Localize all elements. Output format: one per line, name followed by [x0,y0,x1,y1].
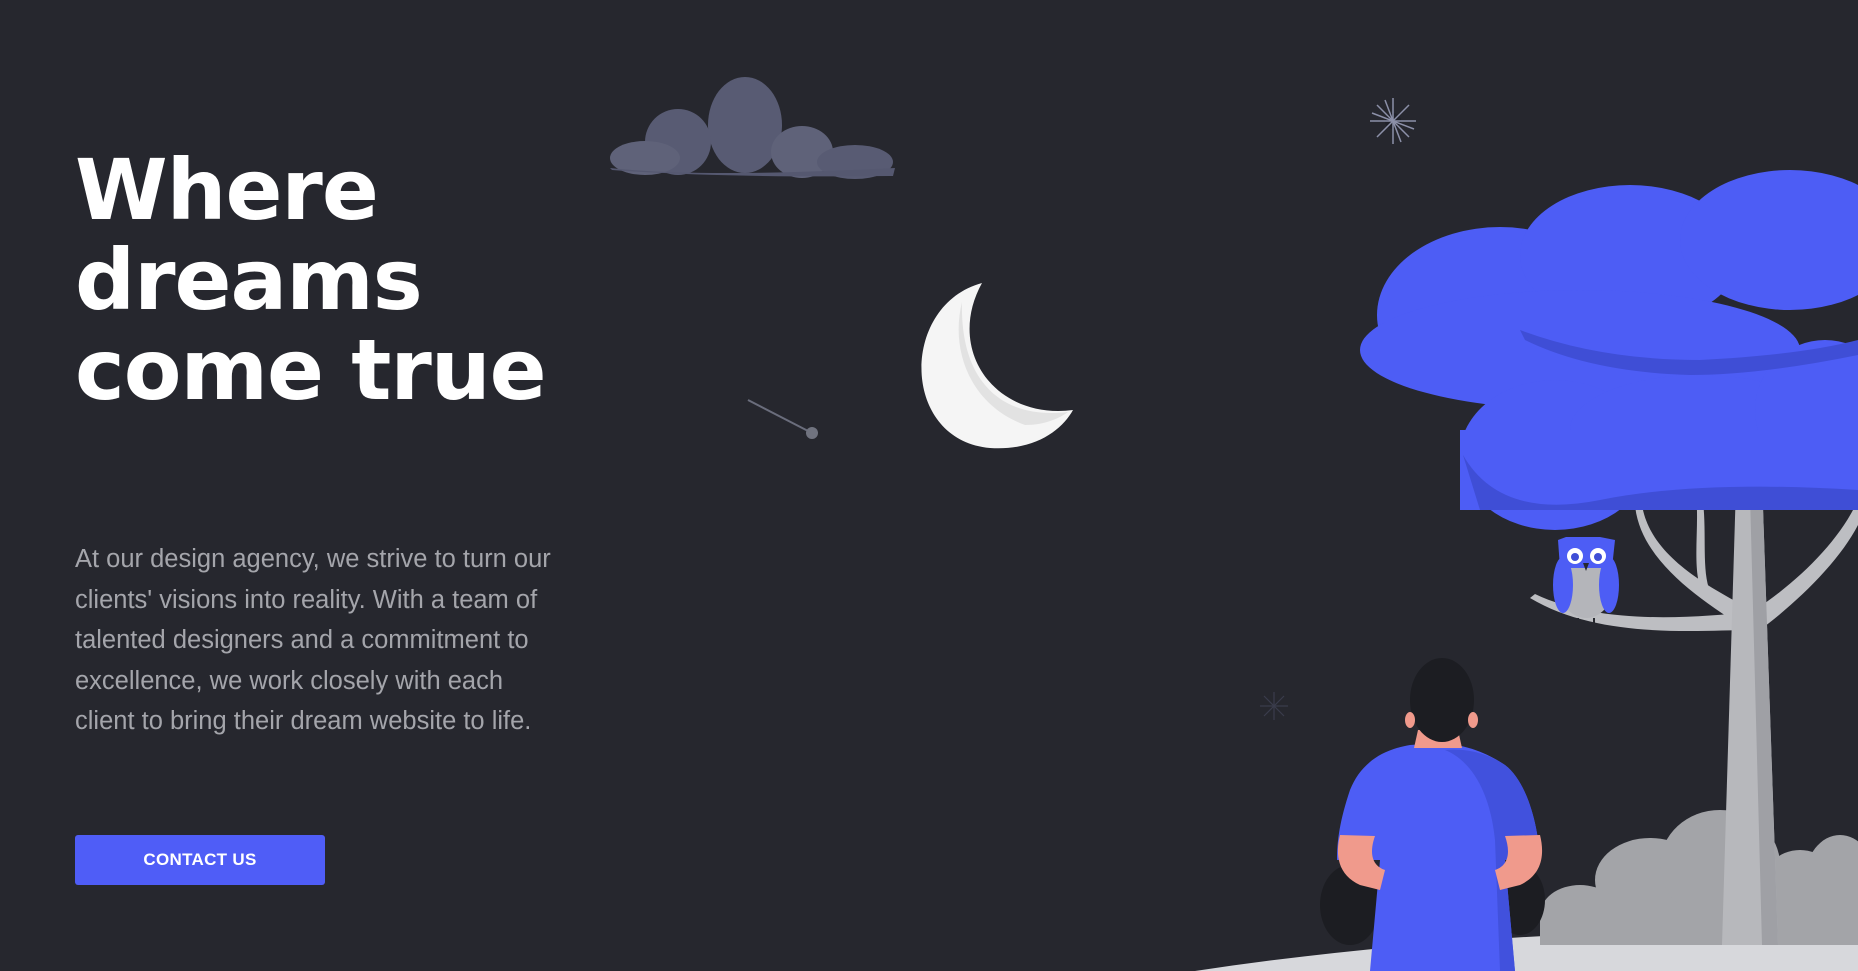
owl-icon [1553,537,1619,625]
sparkle-icon [1370,98,1416,144]
cloud-icon [610,77,895,179]
crescent-moon-icon [921,283,1073,449]
small-sparkle-icon [1260,692,1288,720]
person-icon [1320,658,1545,971]
night-scene-illustration [610,77,1858,971]
shooting-star-icon [747,399,818,439]
bush-icon [1540,810,1858,945]
